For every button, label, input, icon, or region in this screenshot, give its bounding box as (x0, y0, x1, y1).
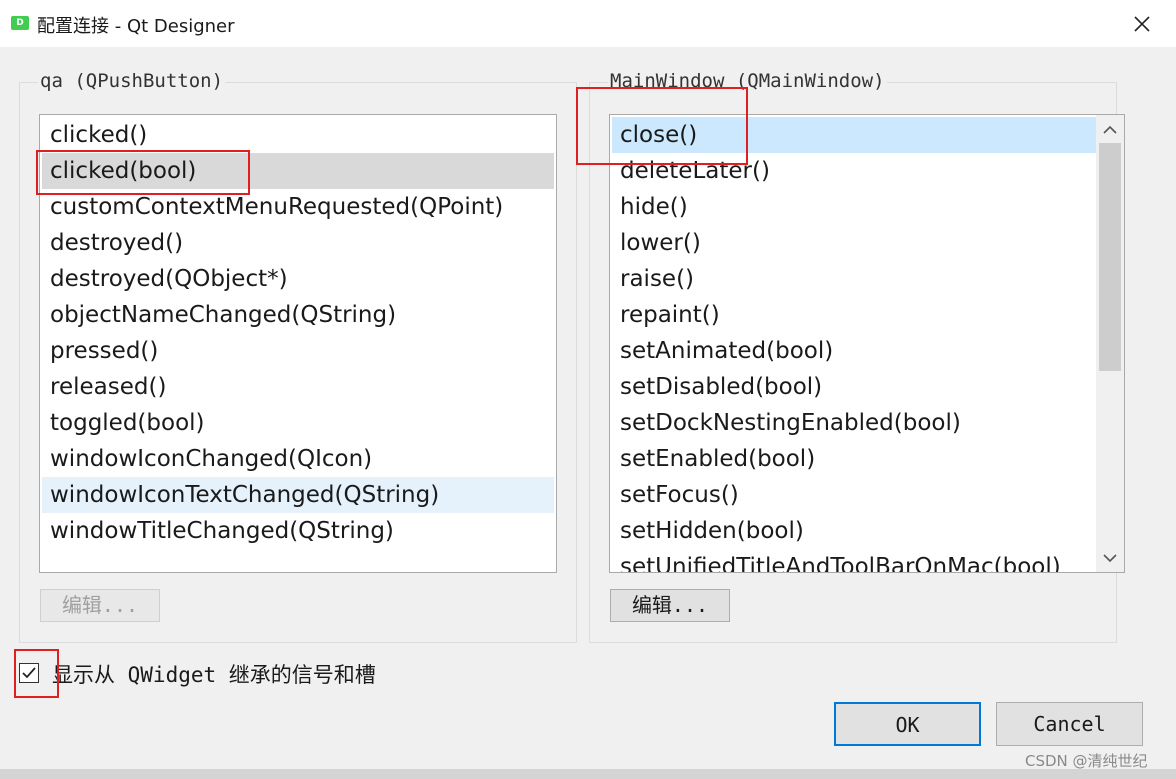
signal-item[interactable]: destroyed() (42, 225, 554, 261)
bottom-edge (0, 769, 1176, 779)
scrollbar-thumb[interactable] (1099, 143, 1121, 371)
slot-item[interactable]: setAnimated(bool) (612, 333, 1096, 369)
sender-group-title: qa (QPushButton) (38, 70, 226, 92)
slot-item[interactable]: setDockNestingEnabled(bool) (612, 405, 1096, 441)
signal-item-hovered[interactable]: windowIconTextChanged(QString) (42, 477, 554, 513)
show-inherited-checkbox[interactable] (19, 663, 39, 683)
slots-scrollbar[interactable] (1096, 115, 1124, 572)
signal-item[interactable]: customContextMenuRequested(QPoint) (42, 189, 554, 225)
signal-item[interactable]: objectNameChanged(QString) (42, 297, 554, 333)
title-bar: D 配置连接 - Qt Designer (0, 0, 1176, 47)
signal-item-selected[interactable]: clicked(bool) (42, 153, 554, 189)
chevron-down-icon[interactable] (1102, 551, 1118, 563)
slots-list[interactable]: close() deleteLater() hide() lower() rai… (609, 114, 1125, 573)
watermark: CSDN @清纯世纪 (1025, 752, 1148, 770)
slot-item[interactable]: setEnabled(bool) (612, 441, 1096, 477)
slot-item[interactable]: lower() (612, 225, 1096, 261)
slot-item[interactable]: setHidden(bool) (612, 513, 1096, 549)
signal-item[interactable]: toggled(bool) (42, 405, 554, 441)
signal-item[interactable]: released() (42, 369, 554, 405)
cancel-button[interactable]: Cancel (996, 702, 1143, 746)
slot-item-selected[interactable]: close() (612, 117, 1096, 153)
signals-list[interactable]: clicked() clicked(bool) customContextMen… (39, 114, 557, 573)
ok-button[interactable]: OK (834, 702, 981, 746)
signal-item[interactable]: windowTitleChanged(QString) (42, 513, 554, 549)
signal-item[interactable]: pressed() (42, 333, 554, 369)
signal-item[interactable]: clicked() (42, 117, 554, 153)
slot-item[interactable]: setDisabled(bool) (612, 369, 1096, 405)
chevron-up-icon[interactable] (1102, 123, 1118, 135)
signal-item[interactable]: destroyed(QObject*) (42, 261, 554, 297)
slot-item[interactable]: setFocus() (612, 477, 1096, 513)
signal-item[interactable]: windowIconChanged(QIcon) (42, 441, 554, 477)
receiver-group-title: MainWindow (QMainWindow) (608, 70, 887, 92)
window-title: 配置连接 - Qt Designer (37, 16, 235, 37)
close-icon[interactable] (1130, 12, 1154, 36)
edit-slots-button[interactable]: 编辑... (610, 589, 730, 622)
qt-designer-app-icon: D (11, 16, 29, 30)
slot-item[interactable]: deleteLater() (612, 153, 1096, 189)
slot-item[interactable]: repaint() (612, 297, 1096, 333)
slot-item[interactable]: setUnifiedTitleAndToolBarOnMac(bool) (612, 549, 1096, 572)
slot-item[interactable]: raise() (612, 261, 1096, 297)
show-inherited-label[interactable]: 显示从 QWidget 继承的信号和槽 (52, 659, 376, 689)
slot-item[interactable]: hide() (612, 189, 1096, 225)
checkmark-icon (22, 667, 36, 679)
edit-signals-button[interactable]: 编辑... (40, 589, 160, 622)
